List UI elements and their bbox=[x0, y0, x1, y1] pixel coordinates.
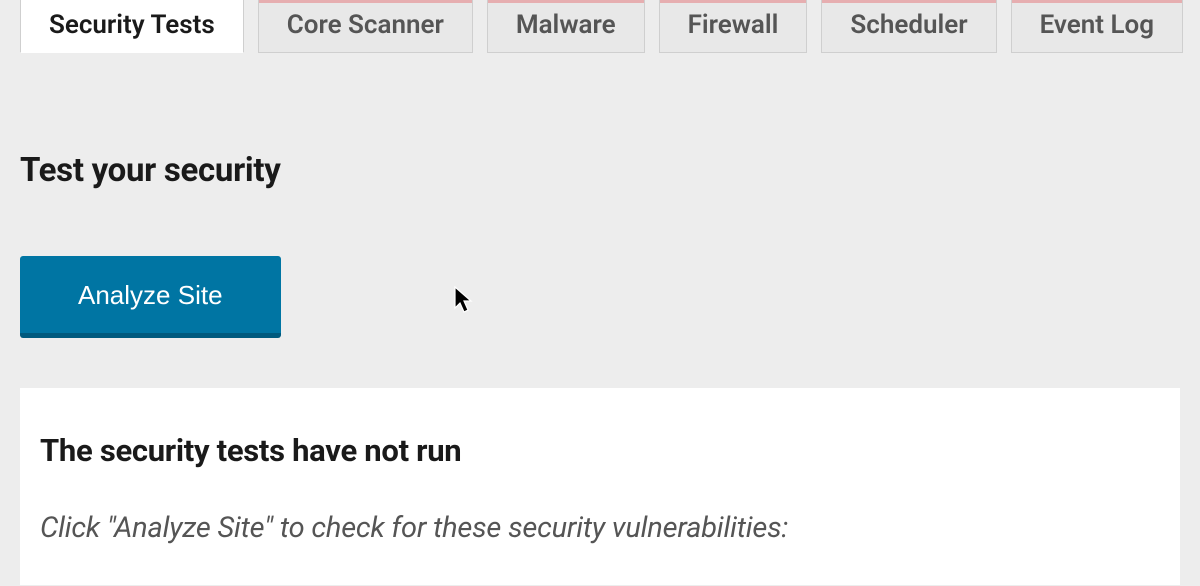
content-area: Test your security Analyze Site The secu… bbox=[0, 53, 1200, 585]
tab-event-log[interactable]: Event Log bbox=[1011, 0, 1183, 53]
tab-core-scanner[interactable]: Core Scanner bbox=[258, 0, 473, 53]
tab-malware[interactable]: Malware bbox=[487, 0, 645, 53]
tab-scheduler[interactable]: Scheduler bbox=[821, 0, 996, 53]
results-panel-subtitle: Click "Analyze Site" to check for these … bbox=[40, 511, 1160, 545]
section-title: Test your security bbox=[20, 151, 1180, 190]
analyze-site-button[interactable]: Analyze Site bbox=[20, 256, 281, 338]
tab-bar: Security Tests Core Scanner Malware Fire… bbox=[0, 0, 1200, 53]
tab-firewall[interactable]: Firewall bbox=[659, 0, 808, 53]
results-panel-title: The security tests have not run bbox=[40, 432, 1160, 469]
tab-security-tests[interactable]: Security Tests bbox=[20, 0, 244, 53]
results-panel: The security tests have not run Click "A… bbox=[20, 388, 1180, 585]
